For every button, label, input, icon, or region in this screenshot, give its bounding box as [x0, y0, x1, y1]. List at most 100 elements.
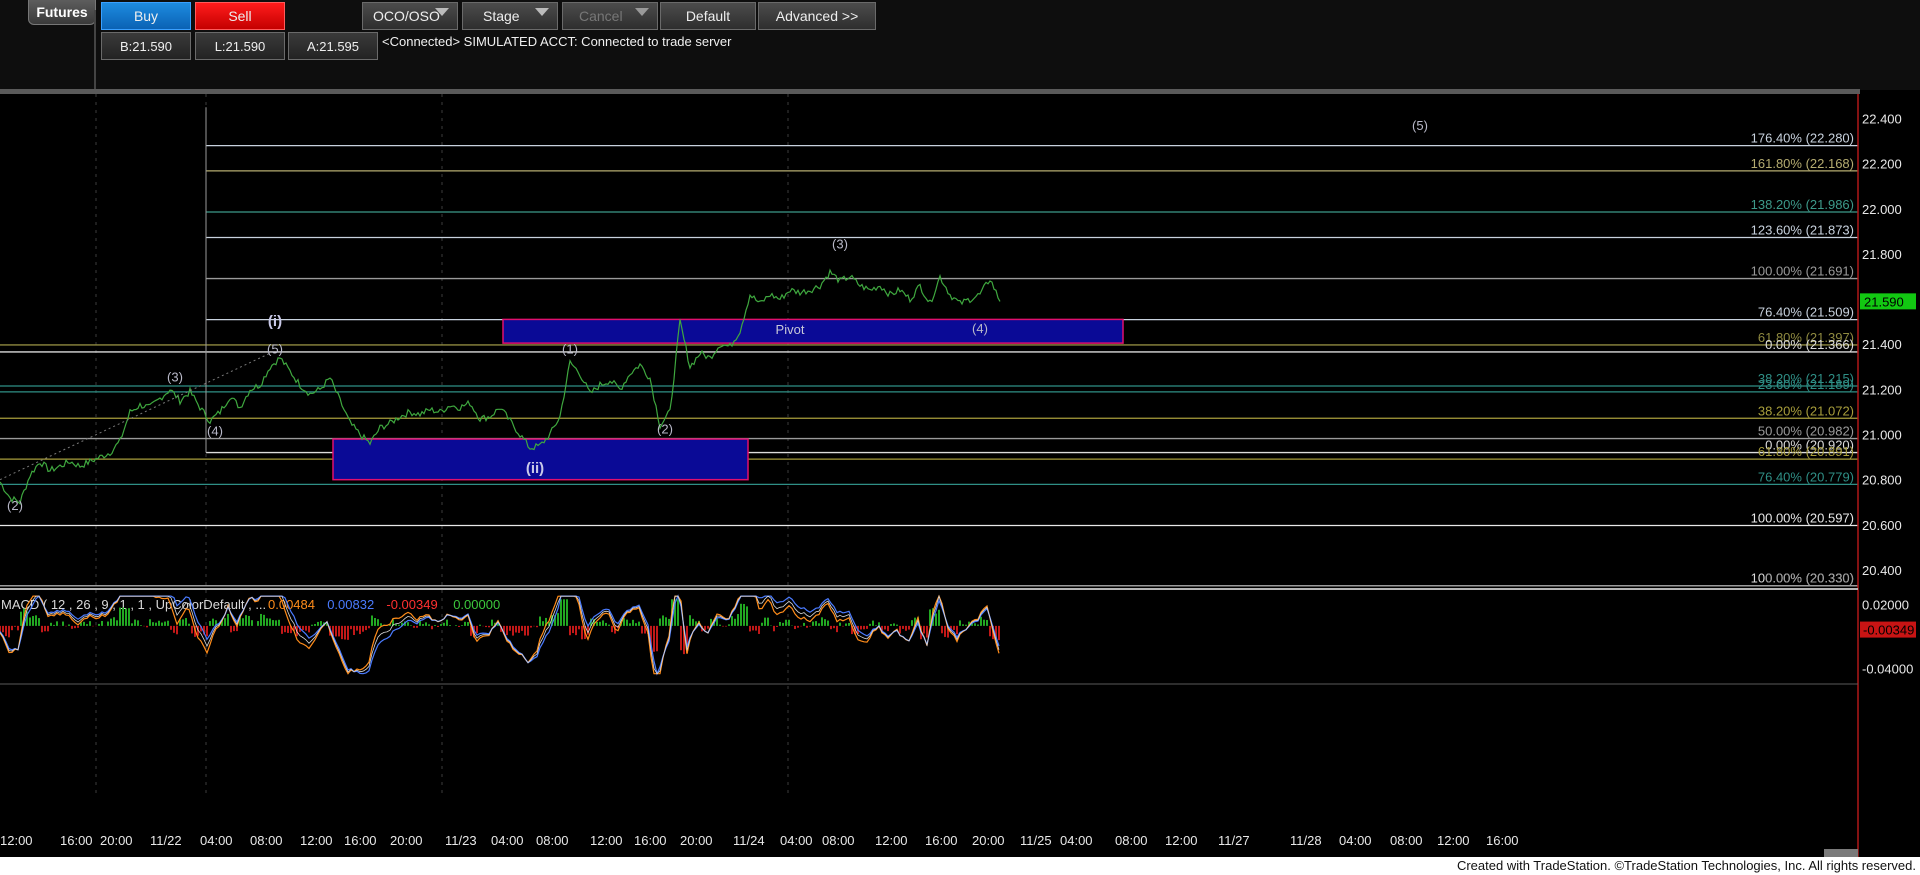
macd-current-value: -0.00349: [1863, 623, 1914, 638]
time-tick: 11/22: [150, 833, 182, 848]
time-tick: 12:00: [875, 833, 908, 848]
fib-label: 100.00% (21.691): [1751, 264, 1854, 279]
time-tick: 16:00: [925, 833, 958, 848]
fib-label: 76.40% (21.509): [1758, 305, 1854, 320]
chevron-down-icon: [535, 8, 549, 16]
time-tick: 04:00: [491, 833, 524, 848]
order-bar: Futures Buy Sell OCO/OSO Stage Cancel De…: [0, 0, 1920, 90]
cancel-label: Cancel: [579, 8, 623, 24]
wave-label: (ii): [526, 460, 544, 477]
time-tick: 11/27: [1218, 833, 1250, 848]
macd-value: 0.00000: [453, 597, 500, 612]
time-tick: 04:00: [780, 833, 813, 848]
fib-label: 61.80% (20.891): [1758, 444, 1854, 459]
time-tick: 16:00: [1486, 833, 1519, 848]
time-tick: 11/24: [733, 833, 765, 848]
fib-label: 0.00% (21.366): [1765, 337, 1854, 352]
macd-value: 0.00484: [268, 597, 315, 612]
price-chart[interactable]: 176.40% (22.280) 161.80% (22.168) 138.20% …: [0, 94, 1920, 857]
macd-value: 0.00832: [327, 597, 374, 612]
time-tick: 20:00: [100, 833, 133, 848]
price-tick: 20.400: [1862, 563, 1902, 578]
last-price-value: 21.590: [1864, 294, 1904, 309]
price-tick: 21.800: [1862, 247, 1902, 262]
price-tick: 20.600: [1862, 518, 1902, 533]
fib-label: 50.00% (20.982): [1758, 424, 1854, 439]
oco-oso-dropdown[interactable]: OCO/OSO: [362, 2, 458, 30]
price-tick: 22.000: [1862, 202, 1902, 217]
stage-dropdown[interactable]: Stage: [462, 2, 558, 30]
time-tick: 12:00: [590, 833, 623, 848]
time-tick: 08:00: [822, 833, 855, 848]
wave-label: (i): [268, 313, 282, 330]
time-tick: 11/23: [445, 833, 477, 848]
divider: [94, 10, 96, 90]
time-tick: 04:00: [1060, 833, 1093, 848]
time-tick: 12:00: [1437, 833, 1470, 848]
time-tick: 16:00: [634, 833, 667, 848]
time-tick: 08:00: [1115, 833, 1148, 848]
time-tick: 04:00: [1339, 833, 1372, 848]
fib-label: 100.00% (20.597): [1751, 510, 1854, 525]
footer: Created with TradeStation. ©TradeStation…: [0, 857, 1920, 875]
time-tick: 11/25: [1020, 833, 1052, 848]
price-tick: 22.400: [1862, 112, 1902, 127]
time-tick: 12:00: [300, 833, 333, 848]
wave-label: (2): [657, 421, 673, 436]
macd-tick: -0.04000: [1862, 661, 1913, 676]
wave-label: (4): [972, 321, 988, 336]
wave-label: (3): [167, 369, 183, 384]
default-button[interactable]: Default: [660, 2, 756, 30]
price-tick: 21.000: [1862, 428, 1902, 443]
scrollbar-thumb[interactable]: [1824, 849, 1858, 857]
fib-label: 161.80% (22.168): [1751, 156, 1854, 171]
sell-button[interactable]: Sell: [195, 2, 285, 30]
fib-label: 138.20% (21.986): [1751, 197, 1854, 212]
ask-price[interactable]: A:21.595: [288, 32, 378, 60]
wave-label: (3): [832, 236, 848, 251]
last-price[interactable]: L:21.590: [195, 32, 285, 60]
price-tick: 22.200: [1862, 157, 1902, 172]
fib-label: 123.60% (21.873): [1751, 222, 1854, 237]
stage-label: Stage: [483, 8, 520, 24]
time-tick: 20:00: [390, 833, 423, 848]
wave-label: Pivot: [776, 322, 805, 337]
price-tick: 20.800: [1862, 473, 1902, 488]
time-tick: 08:00: [250, 833, 283, 848]
wave-label: (2): [7, 498, 23, 513]
oco-oso-label: OCO/OSO: [373, 8, 440, 24]
fib-label: 76.40% (20.779): [1758, 469, 1854, 484]
chevron-down-icon: [435, 8, 449, 16]
time-tick: 16:00: [60, 833, 93, 848]
bid-price[interactable]: B:21.590: [101, 32, 191, 60]
time-tick: 11/28: [1290, 833, 1322, 848]
cancel-dropdown[interactable]: Cancel: [562, 2, 658, 30]
fib-label: 0.00% (20.330): [1765, 571, 1854, 586]
price-tick: 21.200: [1862, 382, 1902, 397]
macd-tick: 0.02000: [1862, 598, 1909, 613]
buy-button[interactable]: Buy: [101, 2, 191, 30]
advanced-button[interactable]: Advanced >>: [758, 2, 876, 30]
time-tick: 04:00: [200, 833, 233, 848]
fib-label: 23.60% (21.189): [1758, 377, 1854, 392]
pivot-zone: [502, 318, 1124, 344]
time-tick: 12:00: [1165, 833, 1198, 848]
price-tick: 21.400: [1862, 337, 1902, 352]
time-tick: 08:00: [536, 833, 569, 848]
macd-value: -0.00349: [386, 597, 437, 612]
wave-label: (5): [267, 341, 283, 356]
connection-status: <Connected> SIMULATED ACCT: Connected to…: [382, 34, 732, 49]
time-tick: 20:00: [680, 833, 713, 848]
wave-label: (5): [1412, 118, 1428, 133]
futures-tab[interactable]: Futures: [28, 0, 96, 25]
fib-label: 176.40% (22.280): [1751, 131, 1854, 146]
chevron-down-icon: [635, 8, 649, 16]
time-tick: 16:00: [344, 833, 377, 848]
time-tick: 12:00: [0, 833, 33, 848]
time-tick: 08:00: [1390, 833, 1423, 848]
time-tick: 20:00: [972, 833, 1005, 848]
wave-label: (1): [562, 341, 578, 356]
fib-label: 38.20% (21.072): [1758, 403, 1854, 418]
credit-text: Created with TradeStation. ©TradeStation…: [1456, 858, 1916, 873]
wave-label: (4): [207, 424, 223, 439]
